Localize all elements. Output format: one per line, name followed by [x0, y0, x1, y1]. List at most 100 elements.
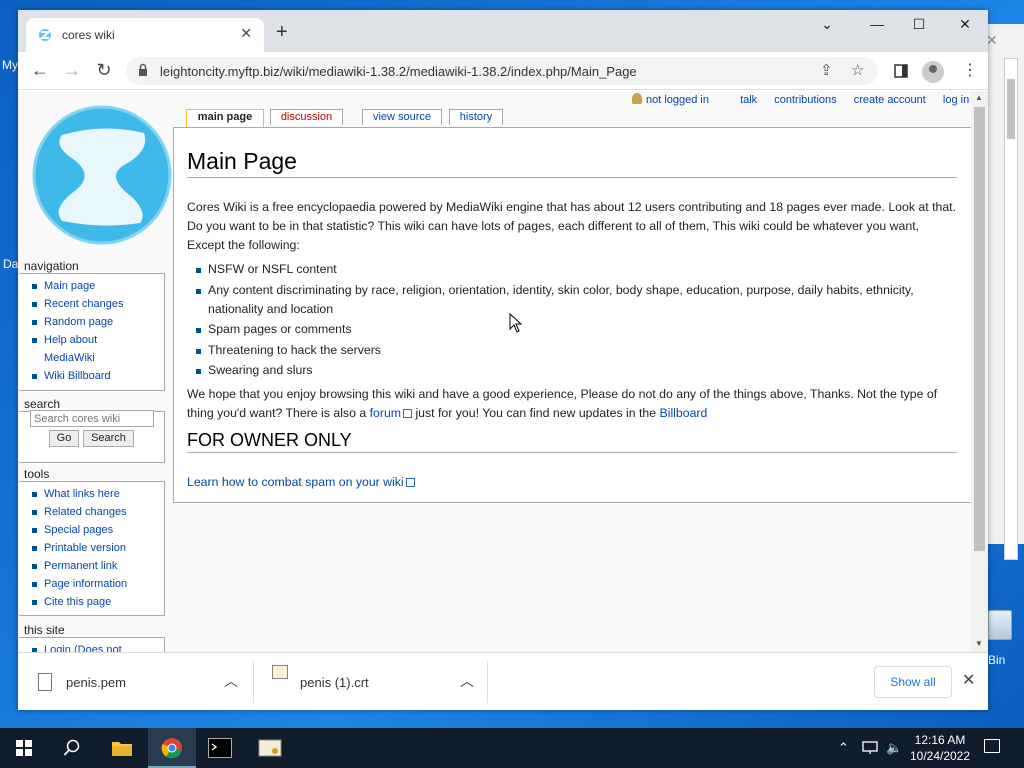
sidebar-item-cite-this-page[interactable]: Cite this page — [31, 593, 164, 611]
search-icon — [63, 739, 80, 756]
sidebar-item-recent-changes[interactable]: Recent changes — [31, 295, 164, 313]
file-explorer-button[interactable] — [98, 728, 146, 768]
list-item: Threatening to hack the servers — [194, 341, 954, 360]
chevron-up-icon[interactable]: ︿ — [460, 671, 474, 691]
sidebar-item-random-page[interactable]: Random page — [31, 313, 164, 331]
notifications-icon[interactable] — [984, 739, 1000, 753]
user-link[interactable]: not logged in — [632, 93, 723, 106]
sidebar-item-related-changes[interactable]: Related changes — [31, 503, 164, 521]
tab-title: cores wiki — [62, 28, 115, 42]
clock-time: 12:16 AM — [914, 733, 966, 747]
sidebar-item-printable-version[interactable]: Printable version — [31, 539, 164, 557]
recycle-bin-icon[interactable] — [988, 610, 1012, 640]
url-text[interactable]: leightoncity.myftp.biz/wiki/mediawiki-1.… — [160, 64, 637, 79]
page-viewport: not logged in talk contributions create … — [18, 91, 988, 652]
forward-icon[interactable]: → — [60, 60, 84, 81]
network-icon[interactable] — [862, 741, 878, 755]
sidebar-item-page-information[interactable]: Page information — [31, 575, 164, 593]
scrollbar-thumb[interactable] — [974, 107, 985, 551]
search-taskbar-button[interactable] — [48, 728, 96, 768]
tools-portlet: What links here Related changes Special … — [19, 481, 165, 616]
navigation-heading: navigation — [24, 259, 79, 273]
browser-toolbar: ← → ↻ leightoncity.myftp.biz/wiki/mediaw… — [18, 52, 988, 90]
outro-text: just for you! You can find new updates i… — [412, 406, 660, 420]
download-filename: penis.pem — [66, 675, 126, 690]
create-account-link[interactable]: create account — [854, 94, 926, 106]
external-link-icon — [405, 478, 415, 487]
combat-spam-link[interactable]: Learn how to combat spam on your wiki — [187, 475, 415, 489]
close-downloads-icon[interactable]: ✕ — [962, 670, 975, 690]
star-icon[interactable]: ☆ — [851, 61, 864, 79]
side-panel-icon[interactable] — [894, 64, 908, 78]
go-button[interactable]: Go — [49, 430, 79, 447]
download-item[interactable]: penis (1).crt ︿ — [254, 661, 488, 703]
kebab-menu-icon[interactable]: ⋮ — [962, 60, 978, 80]
browser-tab[interactable]: cores wiki ✕ — [26, 18, 264, 52]
sidebar-item-login[interactable]: Login (Does not — [31, 641, 164, 652]
forum-link-label: forum — [369, 406, 402, 420]
spam-paragraph: Learn how to combat spam on your wiki — [187, 473, 959, 492]
chevron-up-icon[interactable]: ︿ — [224, 671, 238, 691]
list-item: NSFW or NSFL content — [194, 260, 954, 279]
scroll-up-icon[interactable]: ▲ — [975, 93, 983, 102]
certificate-icon — [272, 665, 288, 679]
this-site-heading: this site — [24, 623, 65, 637]
reload-icon[interactable]: ↻ — [92, 60, 116, 81]
close-tab-icon[interactable]: ✕ — [240, 25, 252, 42]
show-all-button[interactable]: Show all — [874, 666, 952, 698]
favicon-icon — [39, 29, 52, 41]
tab-main-page[interactable]: main page — [186, 109, 264, 127]
sidebar-item-main-page[interactable]: Main page — [31, 277, 164, 295]
profile-icon[interactable] — [922, 61, 944, 83]
search-input[interactable] — [30, 410, 154, 427]
folder-icon — [112, 742, 132, 756]
mouse-cursor-icon — [509, 313, 523, 333]
address-bar[interactable]: leightoncity.myftp.biz/wiki/mediawiki-1.… — [126, 57, 878, 85]
forum-link[interactable]: forum — [369, 406, 413, 420]
tools-heading: tools — [24, 467, 50, 481]
desktop-icon-label: My — [2, 58, 18, 72]
clock[interactable]: 12:16 AM 10/24/2022 — [900, 732, 980, 764]
maximize-icon[interactable]: ☐ — [904, 16, 934, 33]
sidebar-item-wiki-billboard[interactable]: Wiki Billboard — [31, 367, 164, 385]
close-window-icon[interactable]: ✕ — [950, 16, 980, 33]
clock-date: 10/24/2022 — [909, 749, 971, 763]
rules-list: NSFW or NSFL content Any content discrim… — [194, 260, 954, 382]
download-item[interactable]: penis.pem ︿ — [18, 661, 254, 703]
tab-search-icon[interactable]: ⌄ — [812, 16, 842, 33]
chevron-up-icon[interactable]: ⌃ — [838, 740, 849, 756]
minimize-icon[interactable]: — — [862, 16, 892, 32]
new-tab-button[interactable]: + — [276, 22, 288, 42]
browser-window: cores wiki ✕ + ⌄ — ☐ ✕ ← → ↻ leightoncit… — [18, 10, 988, 710]
list-item: Spam pages or comments — [194, 320, 954, 339]
taskbar: ⌃ 🔈 12:16 AM 10/24/2022 — [0, 728, 1024, 768]
talk-link[interactable]: talk — [740, 94, 757, 106]
tab-discussion[interactable]: discussion — [270, 109, 343, 125]
search-button[interactable]: Search — [83, 430, 134, 447]
contributions-link[interactable]: contributions — [774, 94, 836, 106]
desktop-icon-label: Da — [3, 257, 19, 271]
outro-paragraph: We hope that you enjoy browsing this wik… — [187, 385, 959, 423]
start-button[interactable] — [0, 728, 48, 768]
sidebar-item-help[interactable]: Help about MediaWiki — [31, 331, 121, 367]
page-scrollbar[interactable]: ▲ ▼ — [971, 91, 988, 652]
not-logged-in-label: not logged in — [646, 94, 709, 106]
certificate-taskbar-button[interactable] — [246, 728, 294, 768]
terminal-taskbar-button[interactable] — [196, 728, 244, 768]
scroll-down-icon[interactable]: ▼ — [975, 639, 983, 648]
tab-history[interactable]: history — [449, 109, 503, 125]
log-in-link[interactable]: log in — [943, 94, 969, 106]
chrome-taskbar-button[interactable] — [148, 728, 196, 768]
tab-view-source[interactable]: view source — [362, 109, 442, 125]
navigation-portlet: Main page Recent changes Random page Hel… — [19, 273, 165, 391]
wiki-logo[interactable] — [32, 105, 172, 245]
file-icon — [38, 673, 52, 691]
billboard-link[interactable]: Billboard — [660, 406, 708, 420]
windows-logo-icon — [16, 740, 32, 756]
sidebar-item-special-pages[interactable]: Special pages — [31, 521, 164, 539]
back-icon[interactable]: ← — [28, 60, 52, 81]
sidebar-item-what-links-here[interactable]: What links here — [31, 485, 164, 503]
share-icon[interactable]: ⇪ — [820, 61, 833, 79]
intro-paragraph: Cores Wiki is a free encyclopaedia power… — [187, 200, 956, 252]
sidebar-item-permanent-link[interactable]: Permanent link — [31, 557, 164, 575]
